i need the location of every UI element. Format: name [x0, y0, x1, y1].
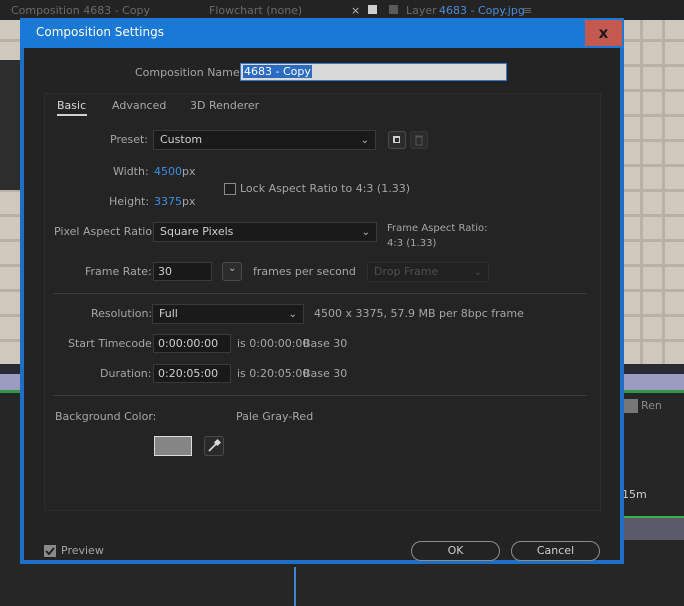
composition-name-value: 4683 - Copy — [243, 65, 312, 78]
width-unit: px — [182, 165, 196, 178]
chevron-down-icon: ⌄ — [228, 263, 237, 274]
close-button[interactable]: x — [585, 20, 622, 46]
duration-input[interactable]: 0:20:05:00 — [153, 364, 231, 383]
preset-dropdown[interactable]: Custom ⌄ — [153, 130, 376, 150]
resolution-info: 4500 x 3375, 57.9 MB per 8bpc frame — [314, 307, 524, 320]
cancel-button[interactable]: Cancel — [511, 541, 600, 561]
background-color-swatch[interactable] — [154, 436, 192, 456]
tab-flowchart[interactable]: Flowchart (none) — [209, 4, 302, 17]
save-preset-button[interactable] — [388, 131, 406, 149]
time-ruler-label: 15m — [622, 488, 647, 501]
tab-basic[interactable]: Basic — [57, 99, 86, 112]
layer-name[interactable]: 4683 - Copy.jpg — [439, 4, 525, 17]
frame-aspect-label: Frame Aspect Ratio: — [387, 223, 488, 234]
frame-rate-unit: frames per second — [253, 265, 356, 278]
frame-rate-input[interactable]: 30 — [153, 262, 212, 281]
lock-icon — [368, 5, 377, 14]
duration-base: Base 30 — [303, 367, 348, 380]
dialog-title-bar[interactable]: Composition Settings x — [20, 18, 624, 48]
height-label: Height: — [109, 195, 150, 208]
height-unit: px — [182, 195, 196, 208]
layer-color-icon — [389, 5, 398, 14]
tab-advanced[interactable]: Advanced — [112, 99, 166, 112]
render-label: Ren — [641, 399, 662, 412]
menu-icon[interactable]: ≡ — [523, 4, 532, 17]
lock-aspect-label: Lock Aspect Ratio to 4:3 (1.33) — [240, 182, 410, 195]
start-timecode-info: is 0:00:00:00 — [237, 337, 310, 350]
duration-info: is 0:20:05:00 — [237, 367, 310, 380]
chevron-down-icon: ⌄ — [473, 267, 482, 278]
duration-label: Duration: — [100, 367, 152, 380]
chevron-down-icon: ⌄ — [361, 227, 370, 238]
chevron-down-icon: ⌄ — [288, 309, 297, 320]
ok-button[interactable]: OK — [411, 541, 500, 561]
trash-icon — [415, 135, 423, 146]
width-label: Width: — [113, 165, 149, 178]
preset-value: Custom — [160, 133, 203, 146]
eyedropper-icon — [208, 438, 222, 452]
frame-rate-menu-button[interactable]: ⌄ — [222, 262, 242, 281]
playhead[interactable] — [294, 567, 296, 606]
composition-name-input[interactable]: 4683 - Copy — [240, 63, 507, 81]
tab-composition[interactable]: Composition 4683 - Copy — [11, 4, 150, 17]
background-tab-bar: Composition 4683 - Copy Flowchart (none)… — [0, 0, 684, 20]
checkmark-icon — [45, 547, 55, 556]
background-color-name: Pale Gray-Red — [236, 410, 314, 423]
resolution-value: Full — [159, 307, 178, 320]
height-value[interactable]: 3375 — [154, 195, 182, 208]
width-value[interactable]: 4500 — [154, 165, 182, 178]
composition-name-label: Composition Name: — [135, 66, 244, 79]
preview-checkbox[interactable] — [44, 545, 56, 557]
chevron-down-icon: ⌄ — [360, 135, 369, 146]
background-color-label: Background Color: — [55, 410, 157, 423]
divider — [53, 293, 587, 294]
start-timecode-base: Base 30 — [303, 337, 348, 350]
pixel-aspect-label: Pixel Aspect Ratio: — [54, 225, 156, 238]
drop-frame-dropdown[interactable]: Drop Frame ⌄ — [367, 262, 489, 282]
lock-aspect-checkbox[interactable] — [224, 183, 236, 195]
drop-frame-value: Drop Frame — [374, 265, 439, 278]
resolution-dropdown[interactable]: Full ⌄ — [152, 304, 304, 324]
active-tab-indicator — [57, 114, 87, 116]
tab-layer[interactable]: Layer — [406, 4, 437, 17]
frame-rate-label: Frame Rate: — [85, 265, 152, 278]
composition-settings-dialog: Composition Settings x Composition Name:… — [20, 18, 624, 564]
preview-label: Preview — [61, 544, 104, 557]
divider — [53, 395, 587, 396]
close-icon[interactable]: × — [351, 4, 360, 17]
eyedropper-button[interactable] — [204, 436, 224, 456]
resolution-label: Resolution: — [91, 307, 153, 320]
save-preset-icon — [393, 136, 400, 143]
preset-label: Preset: — [110, 133, 149, 146]
settings-panel: Basic Advanced 3D Renderer Preset: Custo… — [44, 93, 601, 511]
pixel-aspect-dropdown[interactable]: Square Pixels ⌄ — [153, 222, 377, 242]
frame-aspect-value: 4:3 (1.33) — [387, 238, 437, 249]
render-checkbox[interactable] — [624, 399, 638, 413]
tab-3d-renderer[interactable]: 3D Renderer — [190, 99, 259, 112]
start-timecode-input[interactable]: 0:00:00:00 — [153, 334, 231, 353]
viewer-left-panel — [0, 60, 20, 190]
layer-track[interactable] — [622, 516, 684, 540]
delete-preset-button[interactable] — [410, 131, 428, 149]
dialog-body: Composition Name: 4683 - Copy Basic Adva… — [24, 48, 620, 561]
start-timecode-label: Start Timecode: — [68, 337, 156, 350]
render-toggle[interactable]: Ren — [624, 399, 684, 417]
dialog-title: Composition Settings — [36, 25, 164, 39]
pixel-aspect-value: Square Pixels — [160, 225, 234, 238]
